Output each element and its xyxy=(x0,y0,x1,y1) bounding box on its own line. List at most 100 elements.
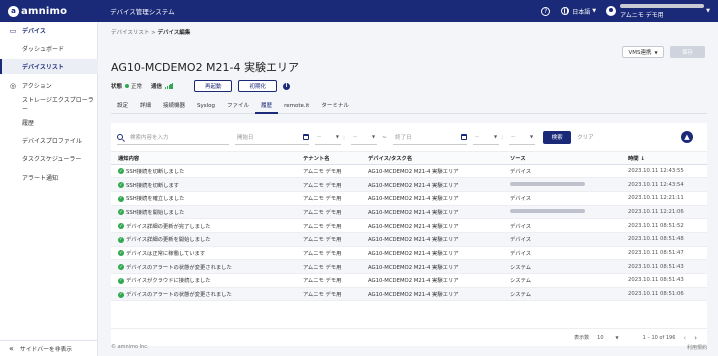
per-page-label: 表示数 xyxy=(574,335,590,341)
start-minute-select[interactable]: -- ▼ xyxy=(351,129,378,145)
end-minute-select[interactable]: -- ▼ xyxy=(509,129,536,145)
calendar-icon[interactable] xyxy=(303,133,309,140)
column-header-source[interactable]: ソース xyxy=(503,152,621,165)
caret-down-icon: ▼ xyxy=(530,134,534,139)
sidebar-item-device-profile[interactable]: デバイスプロファイル xyxy=(0,133,98,148)
search-input[interactable]: 検索内容を入力 xyxy=(117,129,229,145)
tenant-cell: アムニモ デモ用 xyxy=(296,259,361,274)
message-text: デバイスがクラウドに接続しました xyxy=(126,278,211,285)
sidebar-item-history[interactable]: 履歴 xyxy=(0,115,98,130)
question-circle-icon[interactable]: ? xyxy=(541,6,551,16)
table-row[interactable]: ✓ SSH接続を確立しました アムニモ デモ用 AG10-MCDEMO2 M21-4 … xyxy=(111,191,707,206)
check-circle-icon: ✓ xyxy=(118,250,124,257)
time-colon: : xyxy=(501,133,504,141)
source-cell: システム xyxy=(510,264,532,271)
table-row[interactable]: ✓ デバイスのアラートの状態が変更されました アムニモ デモ用 AG10-MCDEMO… xyxy=(111,287,707,302)
table-row[interactable]: ✓ デバイスのアラートの状態が変更されました アムニモ デモ用 AG10-MCDEMO… xyxy=(111,259,707,274)
table-row[interactable]: ✓ デバイス詳細の更新が完了しました アムニモ デモ用 AG10-MCDEMO2 M2… xyxy=(111,218,707,233)
device-cell: AG10-MCDEMO2 M21-4 実験エリア xyxy=(361,218,503,233)
vms-link-dropdown[interactable]: VMS連携 ▼ xyxy=(622,46,664,58)
source-cell-wrap: システム xyxy=(503,259,621,274)
time-cell: 2023.10.11 08:51:43 xyxy=(621,259,707,274)
message-cell: ✓ SSH接続を切断しました xyxy=(111,164,296,179)
calendar-icon[interactable] xyxy=(461,133,468,140)
device-cell: AG10-MCDEMO2 M21-4 実験エリア xyxy=(361,246,503,261)
per-page-select[interactable]: 10 ▼ xyxy=(597,335,630,341)
device-cell: AG10-MCDEMO2 M21-4 実験エリア xyxy=(361,232,503,247)
start-date-placeholder: 開始日 xyxy=(237,134,254,141)
restart-button[interactable]: 再起動 xyxy=(193,80,233,92)
tab-remote-it[interactable]: remote.it xyxy=(278,100,315,114)
caret-down-icon: ▼ xyxy=(615,335,619,340)
amnimo-logo[interactable]: a amnimo xyxy=(0,5,98,17)
table-row[interactable]: ✓ SSH接続を切断します アムニモ デモ用 AG10-MCDEMO2 M21-4 実… xyxy=(111,177,707,192)
top-bar: a amnimo デバイス管理システム ? 日本語 ▼ アムニモ デモ用 ▼ xyxy=(0,0,718,22)
hide-sidebar-button[interactable]: « サイドバーを非表示 xyxy=(0,340,98,356)
sidebar-item-action[interactable]: ◎ アクション xyxy=(0,78,98,93)
message-text: デバイスのアラートの状態が変更されました xyxy=(126,264,232,271)
message-text: SSH接続を切断します xyxy=(126,182,180,189)
column-header-device[interactable]: デバイス/タスク名 xyxy=(361,152,503,165)
tab-settings[interactable]: 設定 xyxy=(111,100,134,114)
sidebar-item-dashboard[interactable]: ダッシュボード xyxy=(0,41,98,56)
sidebar-item-device-list[interactable]: デバイスリスト xyxy=(0,59,98,74)
table-row[interactable]: ✓ SSH接続を開始しました アムニモ デモ用 AG10-MCDEMO2 M21-4 … xyxy=(111,205,707,220)
sidebar-item-storage-explorer[interactable]: ストレージエクスプローラー xyxy=(0,96,98,113)
language-selector[interactable]: 日本語 ▼ xyxy=(561,7,596,16)
router-icon: ▭ xyxy=(9,26,17,35)
start-date-field[interactable]: 開始日 xyxy=(235,129,309,145)
message-text: デバイスのアラートの状態が変更されました xyxy=(126,292,232,299)
tab-connected-devices[interactable]: 接続機器 xyxy=(157,100,191,114)
column-header-time-sort[interactable]: 時間 ↓ xyxy=(621,152,707,165)
search-button[interactable]: 検索 xyxy=(543,130,572,144)
tab-details[interactable]: 詳細 xyxy=(134,100,157,114)
sidebar-item-devices[interactable]: ▭ デバイス xyxy=(0,23,98,38)
cloud-download-icon[interactable]: ▲ xyxy=(681,131,693,143)
table-row[interactable]: ✓ デバイスは正常に稼働しています アムニモ デモ用 AG10-MCDEMO2 M21… xyxy=(111,246,707,261)
message-cell: ✓ SSH接続を確立しました xyxy=(111,191,296,206)
table-row[interactable]: ✓ SSH接続を切断しました アムニモ デモ用 AG10-MCDEMO2 M21-4 … xyxy=(111,164,707,179)
source-cell-wrap: システム xyxy=(503,273,621,288)
column-header-tenant[interactable]: テナント名 xyxy=(296,152,361,165)
check-circle-icon: ✓ xyxy=(118,209,124,216)
tab-files[interactable]: ファイル xyxy=(221,100,255,114)
end-date-field[interactable]: 終了日 xyxy=(393,129,468,145)
table-row[interactable]: ✓ デバイスがクラウドに接続しました アムニモ デモ用 AG10-MCDEMO2 M2… xyxy=(111,273,707,288)
device-cell: AG10-MCDEMO2 M21-4 実験エリア xyxy=(361,177,503,192)
breadcrumb-parent[interactable]: デバイスリスト xyxy=(111,30,149,36)
source-cell: システム xyxy=(510,278,532,285)
page-title: AG10-MCDEMO2 M21-4 実験エリア xyxy=(111,61,300,74)
sidebar-item-label: デバイス xyxy=(22,28,46,35)
info-icon[interactable]: i xyxy=(282,82,290,90)
device-tabs: 設定 詳細 接続機器 Syslog ファイル 履歴 remote.it ターミナ… xyxy=(111,100,707,114)
select-value: -- xyxy=(511,133,516,140)
hide-sidebar-label: サイドバーを非表示 xyxy=(19,347,73,353)
sidebar-item-task-scheduler[interactable]: タスクスケジューラー xyxy=(0,151,98,166)
clear-button[interactable]: クリア xyxy=(577,133,594,141)
end-hour-select[interactable]: -- ▼ xyxy=(473,129,500,145)
save-button[interactable]: 保存 xyxy=(670,46,705,58)
user-menu[interactable]: アムニモ デモ用 ▼ xyxy=(606,3,710,19)
breadcrumb-separator: > xyxy=(151,30,156,36)
app-title: デバイス管理システム xyxy=(110,8,175,16)
tab-syslog[interactable]: Syslog xyxy=(191,100,221,114)
time-cell: 2023.10.11 08:51:48 xyxy=(621,232,707,247)
footer: © amnimo Inc. 利用規約 xyxy=(111,344,707,351)
terms-link[interactable]: 利用規約 xyxy=(687,344,707,351)
table-row[interactable]: ✓ デバイス詳細の更新を開始しました アムニモ デモ用 AG10-MCDEMO2 M2… xyxy=(111,232,707,247)
prev-page-icon[interactable]: ‹ xyxy=(683,334,686,342)
next-page-icon[interactable]: › xyxy=(694,334,697,342)
tab-terminal[interactable]: ターミナル xyxy=(315,100,355,114)
tenant-cell: アムニモ デモ用 xyxy=(296,287,361,302)
search-placeholder: 検索内容を入力 xyxy=(130,134,169,141)
check-circle-icon: ✓ xyxy=(118,277,124,284)
column-header-message[interactable]: 通知内容 xyxy=(111,152,296,165)
check-circle-icon: ✓ xyxy=(118,291,124,298)
device-cell: AG10-MCDEMO2 M21-4 実験エリア xyxy=(361,259,503,274)
reset-button[interactable]: 初期化 xyxy=(238,80,277,92)
start-hour-select[interactable]: -- ▼ xyxy=(315,129,341,145)
tenant-cell: アムニモ デモ用 xyxy=(296,205,361,220)
sidebar-item-alert-notification[interactable]: アラート通知 xyxy=(0,170,98,185)
tab-history[interactable]: 履歴 xyxy=(255,100,279,114)
time-cell: 2023.10.11 08:51:43 xyxy=(621,273,707,288)
